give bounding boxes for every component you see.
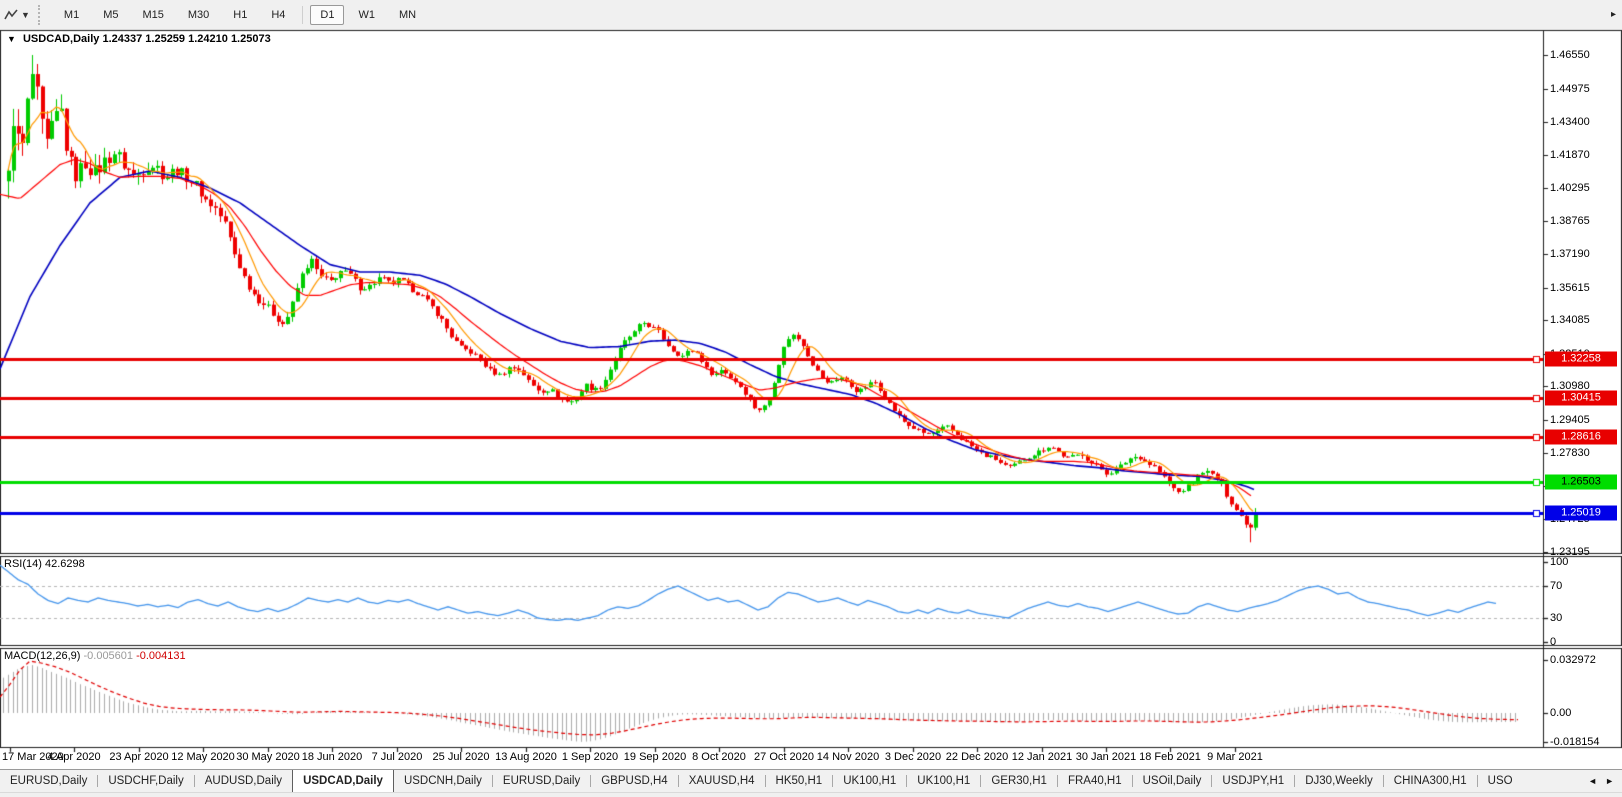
toolbar-overflow-icon[interactable]: ▸ [1611, 9, 1616, 20]
timeframe-button-m5[interactable]: M5 [93, 5, 128, 25]
tab-ger30-h1[interactable]: GER30,H1 [981, 770, 1057, 792]
level-price-label[interactable]: 1.32258 [1545, 352, 1617, 367]
dropdown-caret-icon[interactable]: ▼ [21, 10, 30, 20]
price-chart-canvas[interactable] [0, 0, 1622, 797]
chart-tools-icon[interactable] [2, 6, 20, 24]
tab-uk100-h1[interactable]: UK100,H1 [833, 770, 906, 792]
toolbar-separator [302, 6, 303, 24]
tab-usdjpy-h1[interactable]: USDJPY,H1 [1212, 770, 1294, 792]
tab-usdcad-daily[interactable]: USDCAD,Daily [292, 769, 394, 792]
tab-audusd-daily[interactable]: AUDUSD,Daily [195, 770, 292, 792]
tab-dj30-weekly[interactable]: DJ30,Weekly [1295, 770, 1383, 792]
tab-xauusd-h4[interactable]: XAUUSD,H4 [679, 770, 765, 792]
collapse-chart-icon[interactable]: ▼ [7, 34, 16, 44]
tab-scroll-left-icon[interactable]: ◄ [1588, 776, 1597, 786]
tab-usoil-daily[interactable]: USOil,Daily [1133, 770, 1212, 792]
level-price-label[interactable]: 1.25019 [1545, 506, 1617, 521]
timeframe-button-w1[interactable]: W1 [348, 5, 385, 25]
toolbar: ▼ M1M5M15M30H1H4 D1W1MN ▸ [0, 0, 1622, 30]
tab-china300-h1[interactable]: CHINA300,H1 [1384, 770, 1477, 792]
status-bar [0, 792, 1622, 797]
timeframe-button-d1[interactable]: D1 [310, 5, 344, 25]
tab-scroll-right-icon[interactable]: ► [1605, 776, 1614, 786]
level-price-label[interactable]: 1.28616 [1545, 430, 1617, 445]
timeframe-button-m15[interactable]: M15 [132, 5, 173, 25]
toolbar-grip[interactable] [38, 5, 44, 25]
timeframe-buttons: M1M5M15M30H1H4 D1W1MN [52, 5, 428, 25]
level-price-label[interactable]: 1.26503 [1545, 475, 1617, 490]
tab-uk100-h1[interactable]: UK100,H1 [907, 770, 980, 792]
timeframe-button-mn[interactable]: MN [389, 5, 426, 25]
tab-eurusd-daily[interactable]: EURUSD,Daily [0, 770, 97, 792]
timeframe-button-m1[interactable]: M1 [54, 5, 89, 25]
timeframe-button-h1[interactable]: H1 [223, 5, 257, 25]
level-price-label[interactable]: 1.30415 [1545, 391, 1617, 406]
timeframe-button-h4[interactable]: H4 [261, 5, 295, 25]
tab-hk50-h1[interactable]: HK50,H1 [766, 770, 833, 792]
tab-fra40-h1[interactable]: FRA40,H1 [1058, 770, 1132, 792]
tab-gbpusd-h4[interactable]: GBPUSD,H4 [591, 770, 677, 792]
symbol-tabbar: EURUSD,DailyUSDCHF,DailyAUDUSD,DailyUSDC… [0, 769, 1622, 792]
timeframe-button-m30[interactable]: M30 [178, 5, 219, 25]
tab-uso[interactable]: USO [1478, 770, 1513, 792]
tab-eurusd-daily[interactable]: EURUSD,Daily [493, 770, 590, 792]
tab-usdchf-daily[interactable]: USDCHF,Daily [98, 770, 193, 792]
tab-usdcnh-daily[interactable]: USDCNH,Daily [394, 770, 492, 792]
tab-scroll-buttons: ◄► [1580, 770, 1622, 792]
